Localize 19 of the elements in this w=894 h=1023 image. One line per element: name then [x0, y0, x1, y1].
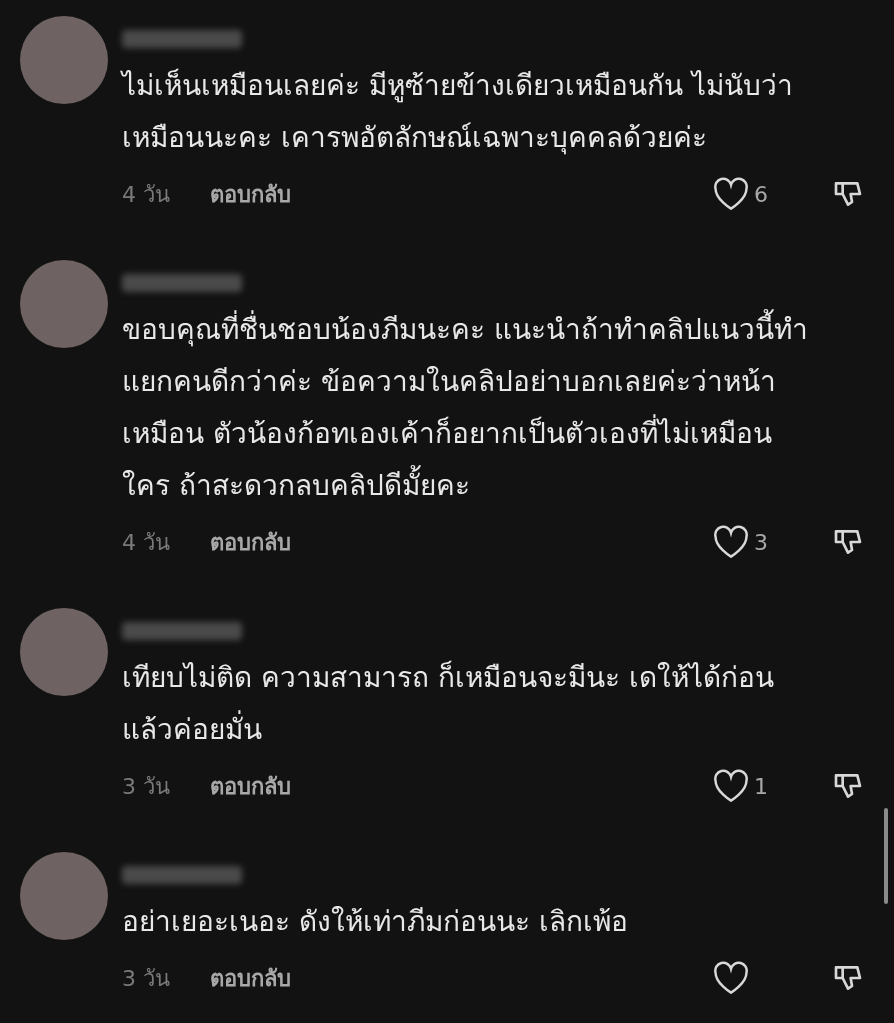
comment-time: 4 วัน	[122, 528, 171, 557]
comment-text: อย่าเยอะเนอะ ดังให้เท่าภีมก่อนนะ เลิกเพ้อ	[122, 904, 629, 940]
like-count: 6	[754, 180, 768, 209]
heart-icon[interactable]	[712, 177, 750, 211]
heart-icon[interactable]	[712, 961, 750, 995]
comment-time: 4 วัน	[122, 180, 171, 209]
heart-icon[interactable]	[712, 525, 750, 559]
comment-time: 3 วัน	[122, 964, 171, 993]
reply-button[interactable]: ตอบกลับ	[210, 769, 291, 803]
heart-icon[interactable]	[712, 769, 750, 803]
reply-button[interactable]: ตอบกลับ	[210, 961, 291, 995]
comment-text: ขอบคุณที่ชื่นชอบน้องภีมนะคะ แนะนำถ้าทำคลิปแนวนี้ทำ แยกคนดีกว่าค่ะ ข้อความในคลิปอย่าบอกเลยค่ะว่าหน้า เหมือน ตัวน้องก้อทเองเค้าก็อยากเป็นตัวเองที่ไม่เหมือน ใคร ถ้าสะดวกลบคลิปดีมั้ยคะ	[122, 304, 864, 512]
comment-time: 3 วัน	[122, 772, 171, 801]
comment-text: ไม่เห็นเหมือนเลยค่ะ มีหูซ้ายข้างเดียวเหมือนกัน ไม่นับว่า เหมือนนะคะ เคารพอัตลักษณ์เฉพาะบุคคลด้วยค่ะ	[122, 67, 794, 157]
comment-text: เทียบไม่ติด ความสามารถ ก็เหมือนจะมีนะ เดให้ได้ก่อน แล้วค่อยมั่น	[122, 659, 775, 748]
like-count: 1	[754, 772, 768, 801]
like-count: 3	[754, 528, 768, 557]
reply-button[interactable]: ตอบกลับ	[210, 525, 291, 559]
reply-button[interactable]: ตอบกลับ	[210, 177, 291, 211]
